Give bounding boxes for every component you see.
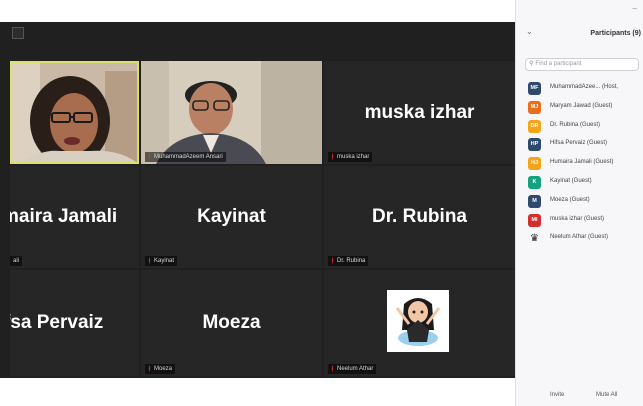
participant-name: MuhammadAzee... (Host, [550,84,619,90]
participant-name: Moeza [202,312,261,333]
participant-name: Neelum Athar (Guest) [550,234,609,241]
participant-name-label: ∤ Kayinat [145,256,178,266]
avatar: HP [528,138,541,152]
participant-name-label: ali [10,256,23,266]
avatar: M [528,194,541,208]
video-tile-humaira-jamali[interactable]: maira Jamali ali [10,166,139,268]
participants-header: ⌄ Participants (9) [516,22,643,48]
avatar: HJ [528,157,541,171]
avatar: MI [528,213,541,227]
chevron-down-icon[interactable]: ⌄ [526,27,533,36]
profile-picture [387,290,449,352]
avatar: MF [528,82,541,95]
avatar: MJ [528,100,541,114]
invite-button[interactable]: Invite [550,392,564,402]
video-tile-neelum-athar[interactable]: ∤ Neelum Athar [324,270,515,376]
participant-name: Dr. Rubina [371,206,467,227]
participant-name-label: ∤ MuhammadAzeem Ansari [145,152,226,162]
participant-name: Maryam Jawad (Guest) [550,102,613,109]
participant-name: Hifsa Pervaiz (Guest) [550,140,608,147]
search-participant-input[interactable]: ⚲ Find a participant [525,58,639,71]
participant-list: MF MuhammadAzee... (Host, MJ Maryam Jawa… [526,80,643,249]
participant-name: muska izhar (Guest) [550,215,605,222]
participant-name: Kayinat (Guest) [550,177,592,184]
meeting-top-bar [0,0,515,22]
video-tile-kayinat[interactable]: Kayinat ∤ Kayinat [141,166,322,268]
participant-name: Kayinat [197,206,266,227]
mic-muted-icon: ∤ [148,366,151,372]
participant-video [12,63,137,162]
participants-title: Participants (9) [590,30,641,37]
mute-all-button[interactable]: Mute All [596,392,617,402]
mic-muted-icon: ∤ [148,258,151,264]
video-tile-muska-izhar[interactable]: muska izhar ∤ muska izhar [324,61,515,164]
mic-muted-icon: ∤ [148,154,151,160]
view-toggle-button[interactable] [12,27,24,39]
video-tile-active-speaker[interactable] [10,61,139,164]
video-tile-muhammadazeem[interactable]: ∤ MuhammadAzeem Ansari [141,61,322,164]
participant-row[interactable]: M Moeza (Guest) [526,193,643,212]
participant-video [141,61,322,164]
search-icon: ⚲ [529,61,534,67]
minimize-icon[interactable]: – [633,4,637,13]
participant-row[interactable]: DR Dr. Rubina (Guest) [526,118,643,137]
video-tile-hifsa-pervaiz[interactable]: fsa Pervaiz [10,270,139,376]
participant-name-label: ∤ Moeza [145,364,176,374]
woman-avatar-icon: ♛ [530,233,539,245]
mic-muted-icon: ∤ [331,154,334,160]
mic-muted-icon: ∤ [331,258,334,264]
meeting-bottom-bar [0,378,515,406]
avatar: DR [528,119,541,133]
participant-row[interactable]: ♛ Neelum Athar (Guest) [526,230,643,249]
participant-row[interactable]: HP Hifsa Pervaiz (Guest) [526,136,643,155]
mic-muted-icon: ∤ [331,366,334,372]
participant-row[interactable]: HJ Humaira Jamali (Guest) [526,155,643,174]
participant-name: Moeza (Guest) [550,196,590,203]
participant-name: Dr. Rubina (Guest) [550,121,601,128]
participant-row[interactable]: K Kayinat (Guest) [526,174,643,193]
participant-row[interactable]: MJ Maryam Jawad (Guest) [526,99,643,118]
participant-name: Humaira Jamali (Guest) [550,159,614,166]
participant-row[interactable]: MF MuhammadAzee... (Host, [526,80,643,99]
participant-name-label: ∤ muska izhar [328,152,373,162]
participant-name: maira Jamali [10,206,118,227]
video-tile-moeza[interactable]: Moeza ∤ Moeza [141,270,322,376]
participants-panel: – ⌄ Participants (9) ⚲ Find a participant… [515,0,643,406]
meeting-area: ∤ MuhammadAzeem Ansari muska izhar ∤ muska… [0,0,515,406]
participant-name: muska izhar [364,101,475,123]
participant-row[interactable]: MI muska izhar (Guest) [526,212,643,231]
participant-name: fsa Pervaiz [10,312,104,333]
video-tile-dr-rubina[interactable]: Dr. Rubina ∤ Dr. Rubina [324,166,515,268]
participant-name-label: ∤ Neelum Athar [328,364,377,374]
avatar: K [528,175,541,189]
participants-footer: Invite Mute All [516,388,643,406]
participant-name-label: ∤ Dr. Rubina [328,256,369,266]
